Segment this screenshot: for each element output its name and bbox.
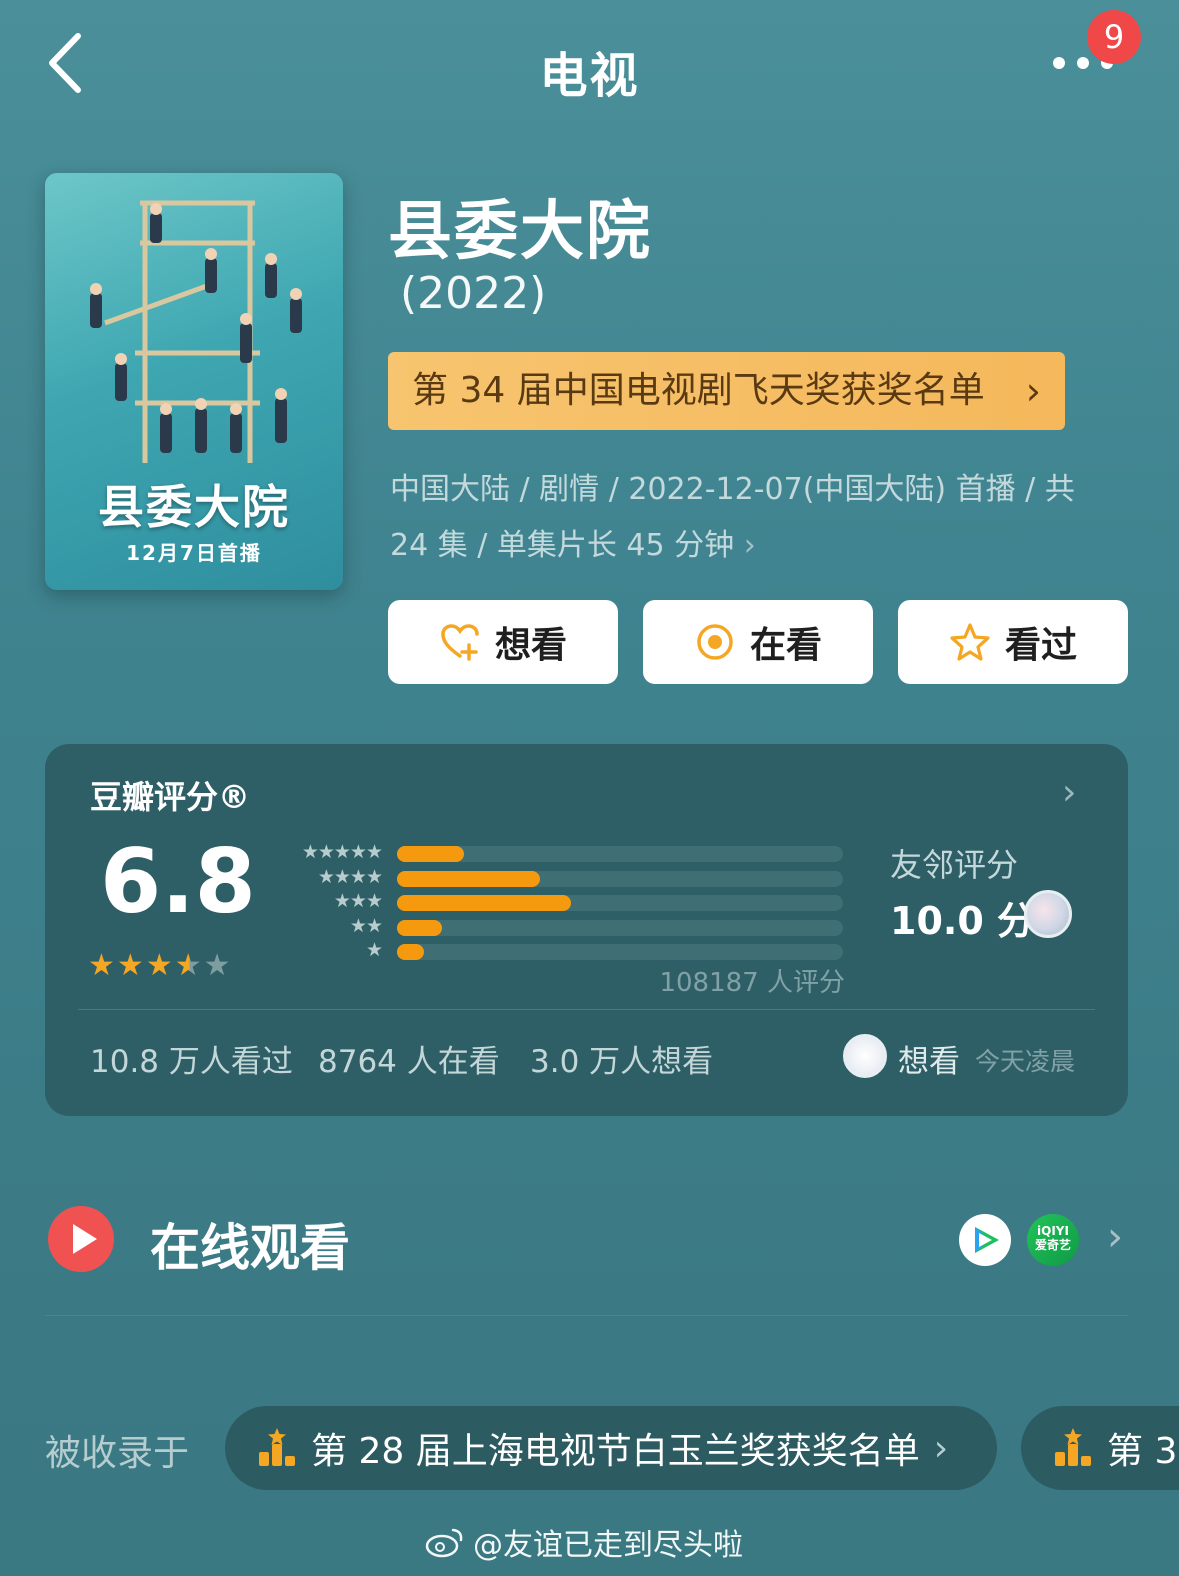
rating-star: ★ (145, 948, 175, 983)
iqiyi-icon[interactable]: iQIYI 爱奇艺 (1027, 1214, 1079, 1266)
watched-button[interactable]: 看过 (898, 600, 1128, 684)
rating-title: 豆瓣评分® (90, 778, 251, 816)
collection-chip[interactable]: 第 28 届上海电视节白玉兰奖获奖名单 › (225, 1406, 997, 1490)
distribution-bar (397, 919, 442, 936)
weibo-icon (425, 1528, 463, 1558)
watermark-text: @友谊已走到尽头啦 (473, 1528, 743, 1563)
friend-rating-score: 10.0 分 (890, 899, 1035, 943)
collection-chip-label: 第 28 届上海电视节白玉兰奖获奖名单 (311, 1431, 920, 1472)
online-watch-label: 在线观看 (150, 1219, 350, 1277)
want-label: 想看 (494, 625, 567, 666)
rating-star: ★ (88, 948, 117, 983)
distribution-bar (397, 870, 540, 887)
meta-line: 24 集 / 单集片长 45 分钟 (390, 528, 735, 563)
star-icon (950, 623, 990, 661)
want-count: 3.0 万人想看 (530, 1044, 714, 1080)
show-meta[interactable]: 中国大陆 / 剧情 / 2022-12-07(中国大陆) 首播 / 共 24 集… (390, 462, 1130, 574)
collected-label: 被收录于 (45, 1433, 190, 1474)
distribution-bar (397, 895, 571, 911)
want-button[interactable]: 想看 (388, 600, 618, 684)
rating-count: 108187 人评分 (659, 968, 845, 998)
distribution-bar-track (397, 870, 843, 887)
show-year: (2022) (400, 268, 547, 319)
ranking-icon (1055, 1428, 1091, 1466)
chevron-right-icon: › (933, 1427, 949, 1469)
meta-line: 中国大陆 / 剧情 / 2022-12-07(中国大陆) 首播 / 共 (390, 472, 1075, 507)
friend-avatar[interactable] (1024, 890, 1072, 938)
distribution-stars: ★★★★★ (301, 841, 383, 863)
play-button[interactable] (48, 1206, 114, 1272)
iqiyi-sub: 爱奇艺 (1034, 1238, 1071, 1252)
show-title: 县委大院 (388, 195, 652, 269)
chevron-right-icon: › (743, 528, 756, 563)
poster-date: 12月7日首播 (126, 541, 262, 565)
recent-time: 今天凌晨 (975, 1047, 1076, 1076)
iqiyi-text: iQIYI (1037, 1224, 1069, 1238)
friend-avatar[interactable] (843, 1034, 887, 1078)
distribution-stars: ★ (365, 939, 383, 961)
distribution-bar-track (397, 895, 843, 911)
watched-label: 看过 (1004, 625, 1077, 666)
poster-title: 县委大院 (98, 480, 290, 534)
watched-count: 10.8 万人看过 (90, 1044, 293, 1080)
notification-badge: 9 (1087, 10, 1141, 64)
award-banner[interactable]: 第 34 届中国电视剧飞天奖获奖名单 › (388, 352, 1065, 430)
chevron-right-icon[interactable]: › (1062, 772, 1076, 813)
distribution-bar (397, 846, 464, 862)
page-title: 电视 (539, 48, 640, 104)
collection-chip-label: 第 3 (1107, 1431, 1178, 1472)
rating-star: ★ (174, 948, 204, 983)
distribution-bar-track (397, 846, 843, 862)
target-icon (697, 624, 733, 660)
tencent-video-icon[interactable] (959, 1214, 1011, 1266)
chevron-right-icon[interactable]: › (1107, 1214, 1123, 1260)
poster-image[interactable]: 县委大院 12月7日首播 (45, 173, 343, 590)
divider (45, 1315, 1128, 1316)
watching-label: 在看 (749, 625, 822, 666)
distribution-stars: ★★★ (333, 890, 383, 912)
chevron-right-icon: › (1025, 369, 1041, 413)
rating-star: ★ (116, 948, 146, 983)
collection-chip[interactable]: 第 3 (1021, 1406, 1179, 1490)
divider (78, 1009, 1095, 1010)
watching-count: 8764 人在看 (318, 1044, 500, 1080)
friend-rating-label: 友邻评分 (890, 846, 1019, 884)
rating-score: 6.8 (100, 830, 256, 933)
play-icon (73, 1224, 97, 1254)
rating-stars: ★★★★★ (88, 948, 233, 983)
distribution-stars: ★★★★ (317, 865, 383, 888)
distribution-bar-track (397, 944, 843, 960)
distribution-bar-track (397, 919, 843, 936)
distribution-stars: ★★ (349, 914, 383, 937)
heart-plus-icon (441, 624, 479, 661)
rating-star: ★ (203, 948, 233, 983)
watching-button[interactable]: 在看 (643, 600, 873, 684)
award-banner-label: 第 34 届中国电视剧飞天奖获奖名单 (412, 370, 985, 411)
distribution-bar (397, 944, 424, 960)
ranking-icon (259, 1428, 295, 1466)
watermark: @友谊已走到尽头啦 (425, 1520, 743, 1564)
recent-action: 想看 (898, 1044, 960, 1080)
